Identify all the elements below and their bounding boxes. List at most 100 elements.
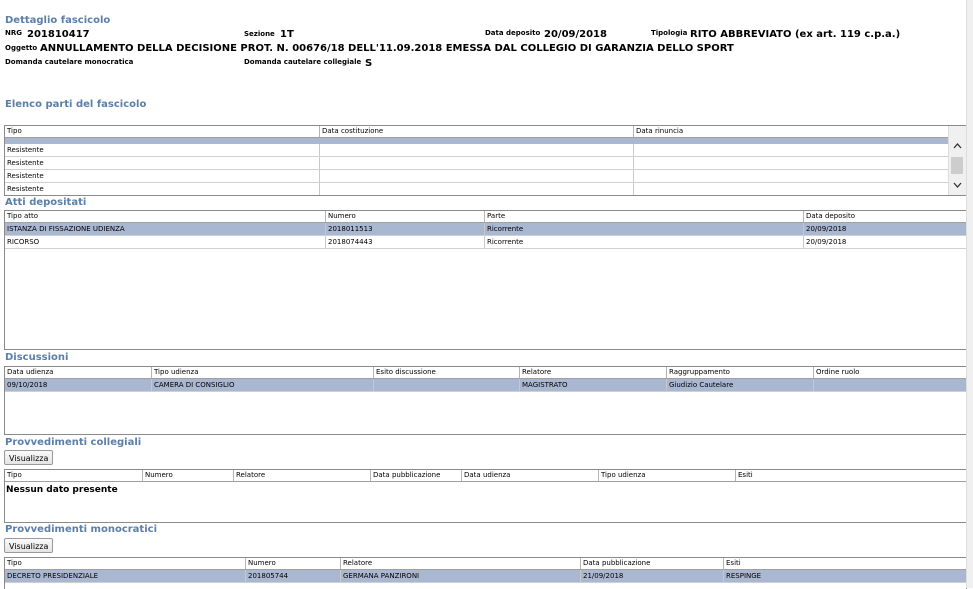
collegiali-header: Tipo Numero Relatore Data pubblicazione … — [5, 470, 966, 482]
cell-data-rinuncia — [633, 157, 948, 169]
collegiali-title: Provvedimenti collegiali — [5, 437, 142, 448]
col-ordine-ruolo[interactable]: Ordine ruolo — [813, 367, 966, 378]
cell-relatore: MAGISTRATO — [519, 379, 666, 391]
monocratici-title: Provvedimenti monocratici — [5, 524, 157, 535]
col-esito-discussione[interactable]: Esito discussione — [373, 367, 519, 378]
nrg-label: NRG — [5, 29, 22, 37]
col-relatore[interactable]: Relatore — [233, 470, 370, 481]
cell-tipo-atto: ISTANZA DI FISSAZIONE UDIENZA — [7, 225, 125, 233]
domanda-monocratica-label: Domanda cautelare monocratica — [5, 58, 134, 66]
parti-header: Tipo Data costituzione Data rinuncia — [5, 126, 949, 138]
cell-tipo: DECRETO PRESIDENZIALE — [7, 572, 99, 580]
data-deposito-value: 20/09/2018 — [544, 29, 607, 40]
col-tipo-atto[interactable]: Tipo atto — [5, 211, 325, 222]
discussioni-grid: Data udienza Tipo udienza Esito discussi… — [4, 366, 967, 435]
col-tipo[interactable]: Tipo — [5, 558, 245, 569]
col-tipo[interactable]: Tipo — [5, 126, 319, 137]
col-tipo-udienza[interactable]: Tipo udienza — [151, 367, 373, 378]
cell-data-costituzione — [319, 183, 633, 195]
nrg-value: 201810417 — [27, 29, 90, 40]
empty-message: Nessun dato presente — [6, 485, 118, 495]
cell-data-costituzione — [319, 144, 633, 156]
col-numero[interactable]: Numero — [142, 470, 233, 481]
col-esiti[interactable]: Esiti — [723, 558, 966, 569]
cell-tipo: Resistente — [7, 172, 44, 180]
col-data-costituzione[interactable]: Data costituzione — [319, 126, 633, 137]
table-row[interactable]: DECRETO PRESIDENZIALE 201805744 GERMANA … — [5, 570, 966, 583]
page-scrollbar[interactable] — [966, 0, 973, 588]
tipologia-label: Tipologia — [651, 29, 688, 37]
cell-esito-discussione — [373, 379, 519, 391]
col-esiti[interactable]: Esiti — [735, 470, 966, 481]
col-data-pubblicazione[interactable]: Data pubblicazione — [580, 558, 723, 569]
table-row[interactable]: 09/10/2018 CAMERA DI CONSIGLIO MAGISTRAT… — [5, 379, 966, 392]
col-data-pubblicazione[interactable]: Data pubblicazione — [370, 470, 461, 481]
col-numero[interactable]: Numero — [245, 558, 340, 569]
col-relatore[interactable]: Relatore — [519, 367, 666, 378]
table-row[interactable]: Resistente — [5, 183, 949, 195]
discussioni-header: Data udienza Tipo udienza Esito discussi… — [5, 367, 966, 379]
cell-numero: 2018074443 — [325, 236, 484, 248]
cell-data-rinuncia — [633, 144, 948, 156]
col-tipo-udienza[interactable]: Tipo udienza — [598, 470, 735, 481]
cell-numero: 2018011513 — [325, 223, 484, 235]
domanda-collegiale-value: S — [365, 58, 373, 69]
col-data-deposito[interactable]: Data deposito — [803, 211, 966, 222]
collegiali-visualizza-button[interactable]: Visualizza — [4, 450, 54, 465]
parti-grid: Tipo Data costituzione Data rinuncia Res… — [4, 125, 967, 196]
cell-data-deposito: 20/09/2018 — [803, 223, 966, 235]
col-data-rinuncia[interactable]: Data rinuncia — [633, 126, 948, 137]
chevron-down-icon[interactable] — [949, 179, 966, 193]
cell-ordine-ruolo — [813, 379, 966, 391]
col-raggruppamento[interactable]: Raggruppamento — [666, 367, 813, 378]
col-numero[interactable]: Numero — [325, 211, 484, 222]
parti-scrollbar[interactable] — [948, 126, 966, 195]
table-row[interactable]: Resistente — [5, 144, 949, 157]
sezione-value: 1T — [280, 29, 294, 40]
atti-title: Atti depositati — [5, 197, 87, 208]
cell-data-rinuncia — [633, 170, 948, 182]
cell-data-udienza: 09/10/2018 — [7, 381, 48, 389]
cell-parte: Ricorrente — [484, 236, 803, 248]
collegiali-grid: Tipo Numero Relatore Data pubblicazione … — [4, 469, 967, 523]
domanda-collegiale-label: Domanda cautelare collegiale — [244, 58, 362, 66]
col-tipo[interactable]: Tipo — [5, 470, 142, 481]
cell-numero: 201805744 — [245, 570, 340, 582]
oggetto-value: ANNULLAMENTO DELLA DECISIONE PROT. N. 00… — [40, 43, 734, 54]
cell-tipo: Resistente — [7, 146, 44, 154]
table-row[interactable]: Resistente — [5, 170, 949, 183]
col-data-udienza[interactable]: Data udienza — [5, 367, 151, 378]
chevron-up-icon[interactable] — [949, 140, 966, 154]
monocratici-visualizza-button[interactable]: Visualizza — [4, 538, 54, 553]
cell-relatore: GERMANA PANZIRONI — [340, 570, 580, 582]
cell-data-costituzione — [319, 170, 633, 182]
parti-title: Elenco parti del fascicolo — [5, 99, 147, 110]
col-relatore[interactable]: Relatore — [340, 558, 580, 569]
data-deposito-label: Data deposito — [485, 29, 541, 37]
discussioni-title: Discussioni — [5, 352, 69, 363]
cell-data-deposito: 20/09/2018 — [803, 236, 966, 248]
table-row[interactable]: RICORSO 2018074443 Ricorrente 20/09/2018 — [5, 236, 966, 249]
atti-header: Tipo atto Numero Parte Data deposito — [5, 211, 966, 223]
cell-data-rinuncia — [633, 183, 948, 195]
col-data-udienza[interactable]: Data udienza — [461, 470, 598, 481]
cell-tipo: Resistente — [7, 159, 44, 167]
oggetto-label: Oggetto — [5, 44, 38, 52]
cell-parte: Ricorrente — [484, 223, 803, 235]
sezione-label: Sezione — [244, 30, 275, 38]
cell-raggruppamento: Giudizio Cautelare — [666, 379, 813, 391]
monocratici-grid: Tipo Numero Relatore Data pubblicazione … — [4, 557, 967, 589]
scroll-thumb[interactable] — [951, 157, 963, 174]
atti-grid: Tipo atto Numero Parte Data deposito IST… — [4, 210, 967, 350]
tipologia-value: RITO ABBREVIATO (ex art. 119 c.p.a.) — [690, 29, 901, 40]
cell-tipo-udienza: CAMERA DI CONSIGLIO — [151, 379, 373, 391]
table-row[interactable]: ISTANZA DI FISSAZIONE UDIENZA 2018011513… — [5, 223, 966, 236]
col-parte[interactable]: Parte — [484, 211, 803, 222]
cell-esiti: RESPINGE — [723, 570, 966, 582]
cell-tipo: Resistente — [7, 185, 44, 193]
table-row[interactable]: Resistente — [5, 157, 949, 170]
detail-title: Dettaglio fascicolo — [5, 15, 111, 26]
monocratici-header: Tipo Numero Relatore Data pubblicazione … — [5, 558, 966, 570]
cell-tipo-atto: RICORSO — [7, 238, 40, 246]
cell-data-costituzione — [319, 157, 633, 169]
